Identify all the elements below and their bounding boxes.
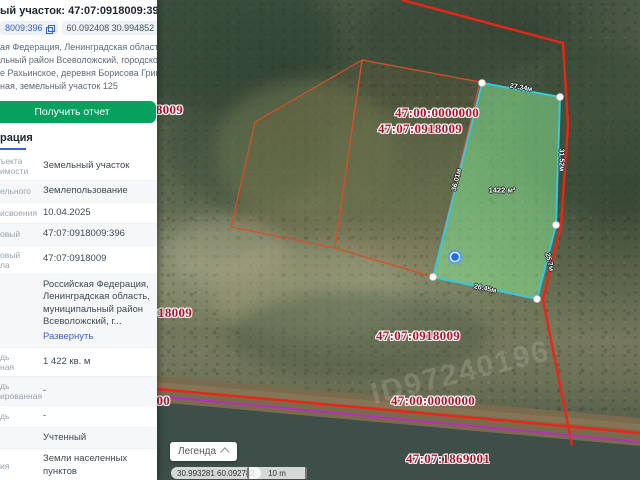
cadastral-label: 47:00:0000000: [157, 393, 171, 408]
chevron-up-icon: [219, 447, 230, 458]
row-value: Учтенный: [43, 431, 87, 443]
row-value: Земли населенных пунктов: [43, 453, 128, 477]
row-label: ъекта имости: [0, 156, 29, 176]
attribute-row: исвоения 10.04.2025: [0, 203, 157, 224]
active-tab-underline: [0, 148, 26, 150]
cadastral-label: 47:07:0918009: [157, 305, 193, 320]
address-line: льный район Всеволожский, городское: [0, 55, 157, 65]
address-line: ная, земельный участок 125: [0, 81, 118, 91]
cadastral-id-chip[interactable]: 8009:396: [0, 21, 58, 35]
edge-length-label: 31.52м: [557, 148, 565, 172]
parcel-title: ый участок: 47:07:0918009:396: [0, 5, 157, 17]
header-chips: 8009:396 60.092408 30.994852: [0, 21, 157, 35]
row-label: ия: [0, 460, 10, 471]
attribute-row: овый ла 47:07:0918009: [0, 246, 157, 275]
attribute-row: Учтенный: [0, 427, 157, 449]
get-report-button[interactable]: Получить отчет: [0, 101, 156, 123]
attribute-row: ия Земли населенных пунктов: [0, 449, 157, 480]
row-label: дь ная: [0, 352, 15, 372]
row-label: овый ла: [0, 249, 21, 270]
attribute-rows: ъекта имости Земельный участок ельного Зе…: [0, 152, 157, 480]
parcel-address: ая Федерация, Ленинградская область, льн…: [0, 41, 157, 93]
row-value: -: [43, 410, 47, 421]
address-line: ая Федерация, Ленинградская область,: [0, 42, 157, 52]
row-value: 47:07:0918009: [43, 253, 107, 265]
coordinates-chip-label: 60.092408 30.994852: [66, 23, 155, 33]
row-value: Российская Федерация, Ленинградская обла…: [40, 279, 151, 344]
attribute-row: дь ная 1 422 кв. м: [0, 348, 157, 377]
address-line: е Рахьинское, деревня Борисова Грива, ул…: [0, 68, 157, 78]
cadastral-label: 47:07:0918009: [157, 102, 184, 117]
cadastral-label: 47:07:0918009: [376, 328, 461, 343]
attribute-row: дь -: [0, 406, 157, 428]
row-label: дь: [0, 411, 10, 422]
row-label: ельного: [0, 186, 31, 197]
scale-bar: 10 m: [247, 467, 307, 479]
sidebar-header: ый участок: 47:07:0918009:396 8009:396 6…: [0, 0, 157, 150]
row-value: -: [43, 384, 47, 396]
cadastral-label: 47:07:1869001: [406, 451, 491, 466]
attribute-row: овый 47:07:0918009:396: [0, 224, 157, 246]
legend-button[interactable]: Легенда: [170, 442, 238, 461]
map-canvas[interactable]: ID97240196 47:07:0918009 47:00:0000000 4…: [157, 0, 640, 480]
row-value: 47:07:0918009:396: [43, 228, 125, 239]
attribute-row: ельного Землепользование: [0, 181, 157, 203]
cadastral-label: 47:00:0000000: [395, 105, 480, 120]
row-label: овый: [0, 229, 21, 240]
row-value: Земельный участок: [43, 159, 130, 171]
copy-icon[interactable]: [45, 24, 55, 34]
row-label: исвоения: [0, 207, 37, 218]
cadastral-id-chip-label: 8009:396: [5, 23, 43, 33]
cadastral-label: 47:07:0918009: [378, 121, 463, 136]
address-value: Российская Федерация, Ленинградская обла…: [43, 278, 150, 328]
tab-information[interactable]: рация: [0, 132, 152, 144]
row-value: 10.04.2025: [43, 206, 91, 218]
expand-link[interactable]: Развернуть: [43, 331, 93, 344]
row-label: дь ированная: [0, 381, 43, 401]
attribute-row: ъекта имости Земельный участок: [0, 152, 157, 181]
attribute-row: Российская Федерация, Ленинградская обла…: [0, 274, 157, 348]
coordinates-chip[interactable]: 60.092408 30.994852: [61, 21, 157, 35]
location-marker: [447, 249, 463, 265]
cadastral-map-app: ID97240196 47:07:0918009 47:00:0000000 4…: [0, 0, 640, 480]
row-value: 1 422 кв. м: [43, 355, 91, 367]
row-value: Землепользование: [43, 185, 128, 196]
attribute-row: дь ированная -: [0, 377, 157, 406]
parcel-info-sidebar: ый участок: 47:07:0918009:396 8009:396 6…: [0, 0, 157, 480]
legend-button-label: Легенда: [178, 446, 217, 457]
cadastral-label: 47:00:0000000: [391, 393, 476, 408]
parcel-area-label: 1422 м²: [488, 185, 516, 195]
